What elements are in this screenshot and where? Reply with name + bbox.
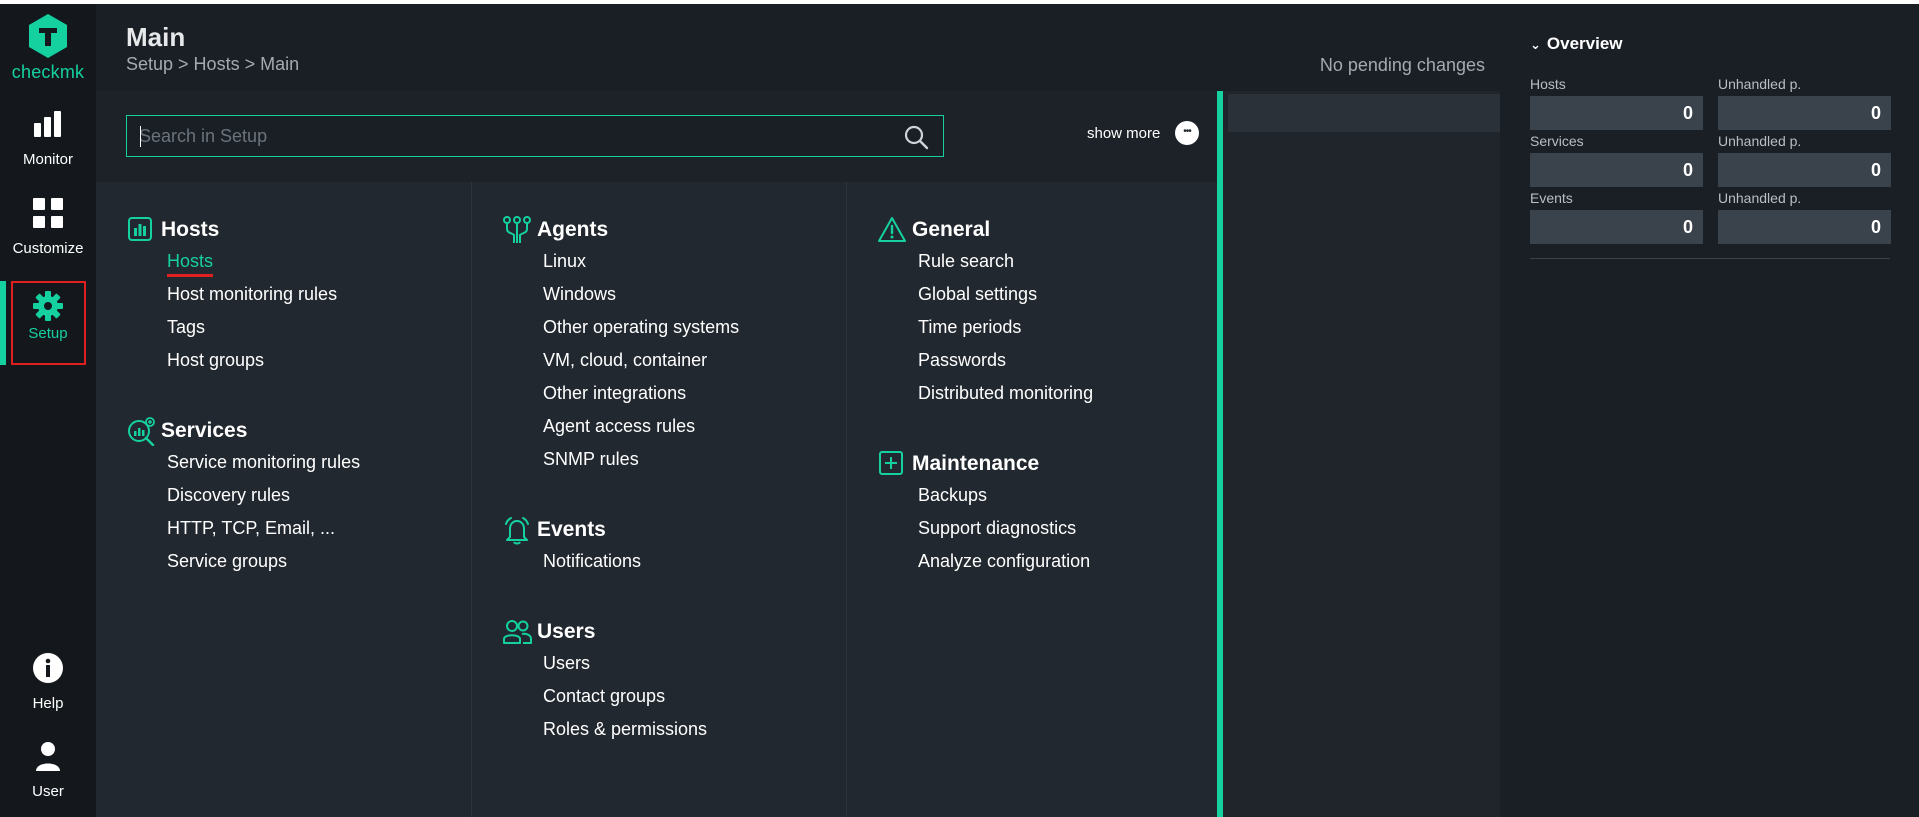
topic-title-agents: Agents: [537, 218, 609, 241]
menu-item-analyze-configuration[interactable]: Analyze configuration: [918, 551, 1090, 584]
nav-monitor[interactable]: Monitor: [0, 107, 96, 191]
nav-customize[interactable]: Customize: [0, 196, 96, 280]
grid-icon: [33, 198, 63, 228]
menu-item-windows[interactable]: Windows: [543, 284, 739, 317]
overview-divider: [1530, 258, 1890, 259]
overview-events-count[interactable]: 0: [1530, 210, 1703, 244]
menu-column-2: Agents Linux Windows Other operating sys…: [471, 182, 846, 817]
menu-item-snmp-rules[interactable]: SNMP rules: [543, 449, 739, 482]
nav-monitor-label: Monitor: [22, 151, 74, 168]
bar-chart-icon: [34, 111, 61, 137]
more-dots-icon[interactable]: [1175, 121, 1199, 145]
menu-item-hosts[interactable]: Hosts: [167, 251, 337, 284]
nav-user-label: User: [32, 783, 64, 800]
overview-hosts-unhandled-count[interactable]: 0: [1718, 96, 1891, 130]
menu-item-linux[interactable]: Linux: [543, 251, 739, 284]
search-icon[interactable]: [903, 124, 929, 150]
overview-services-unhandled-count[interactable]: 0: [1718, 153, 1891, 187]
main-toolbar-strip: [1228, 94, 1500, 132]
menu-item-tags[interactable]: Tags: [167, 317, 337, 350]
users-icon: [503, 620, 532, 644]
show-more-button[interactable]: show more: [1087, 125, 1160, 142]
chevron-down-icon: ⌄: [1530, 37, 1541, 52]
page-header: Main Setup > Hosts > Main No pending cha…: [96, 4, 1500, 91]
menu-item-rule-search[interactable]: Rule search: [918, 251, 1093, 284]
menu-column-1: Hosts Hosts Host monitoring rules Tags H…: [96, 182, 471, 817]
overview-services-label: Services: [1530, 133, 1584, 149]
text-cursor: [140, 126, 141, 147]
overview-events-unhandled-label: Unhandled p.: [1718, 190, 1802, 206]
menu-item-other-operating-systems[interactable]: Other operating systems: [543, 317, 739, 350]
menu-item-distributed-monitoring[interactable]: Distributed monitoring: [918, 383, 1093, 416]
search-box[interactable]: [126, 115, 944, 157]
topic-hosts: Hosts Hosts Host monitoring rules Tags H…: [126, 215, 337, 383]
menu-item-roles-permissions[interactable]: Roles & permissions: [543, 719, 707, 752]
menu-item-vm-cloud-container[interactable]: VM, cloud, container: [543, 350, 739, 383]
menu-item-passwords[interactable]: Passwords: [918, 350, 1093, 383]
menu-item-notifications[interactable]: Notifications: [543, 551, 641, 584]
menu-item-host-groups[interactable]: Host groups: [167, 350, 337, 383]
overview-services-unhandled-label: Unhandled p.: [1718, 133, 1802, 149]
agents-icon: [503, 216, 531, 243]
page-title: Main: [126, 22, 186, 52]
topic-events: Events Notifications: [502, 515, 641, 584]
menu-item-users[interactable]: Users: [543, 653, 707, 686]
nav-customize-label: Customize: [12, 240, 84, 257]
nav-rail: checkmk Monitor Customize Setup Help Use…: [0, 4, 96, 817]
maintenance-icon: [879, 451, 903, 475]
overview-toggle[interactable]: ⌄ Overview: [1530, 34, 1623, 54]
overview-services-count[interactable]: 0: [1530, 153, 1703, 187]
overview-events-unhandled-count[interactable]: 0: [1718, 210, 1891, 244]
hosts-icon: [128, 217, 152, 241]
nav-user[interactable]: User: [0, 739, 96, 817]
topic-title-services: Services: [161, 419, 248, 442]
checkmk-logo[interactable]: checkmk: [0, 12, 96, 83]
topic-title-users: Users: [537, 620, 596, 643]
warning-icon: [878, 217, 906, 242]
menu-item-discovery-rules[interactable]: Discovery rules: [167, 485, 360, 518]
topic-agents: Agents Linux Windows Other operating sys…: [502, 215, 739, 482]
nav-help-label: Help: [32, 695, 64, 712]
topic-title-hosts: Hosts: [161, 218, 220, 241]
menu-item-http-tcp-email[interactable]: HTTP, TCP, Email, ...: [167, 518, 360, 551]
menu-item-agent-access-rules[interactable]: Agent access rules: [543, 416, 739, 449]
menu-item-support-diagnostics[interactable]: Support diagnostics: [918, 518, 1090, 551]
overview-hosts-unhandled-label: Unhandled p.: [1718, 76, 1802, 92]
overview-hosts-count[interactable]: 0: [1530, 96, 1703, 130]
pending-changes[interactable]: No pending changes: [1320, 55, 1485, 76]
logo-text: checkmk: [11, 62, 85, 82]
menu-item-global-settings[interactable]: Global settings: [918, 284, 1093, 317]
breadcrumb[interactable]: Setup > Hosts > Main: [126, 54, 299, 75]
topic-maintenance: Maintenance Backups Support diagnostics …: [877, 449, 1090, 584]
menu-column-3: General Rule search Global settings Time…: [846, 182, 1221, 817]
menu-item-host-monitoring-rules[interactable]: Host monitoring rules: [167, 284, 337, 317]
topic-general: General Rule search Global settings Time…: [877, 215, 1093, 416]
overview-title: Overview: [1546, 34, 1623, 53]
menu-item-backups[interactable]: Backups: [918, 485, 1090, 518]
checkmk-logo-icon: [29, 14, 67, 58]
menu-item-time-periods[interactable]: Time periods: [918, 317, 1093, 350]
nav-setup[interactable]: Setup: [0, 281, 96, 365]
overview-events-label: Events: [1530, 190, 1573, 206]
topic-title-maintenance: Maintenance: [912, 452, 1040, 475]
user-icon: [36, 742, 60, 771]
menu-item-other-integrations[interactable]: Other integrations: [543, 383, 739, 416]
menu-item-contact-groups[interactable]: Contact groups: [543, 686, 707, 719]
megamenu-search-bar: show more: [96, 91, 1217, 182]
topic-users: Users Users Contact groups Roles & permi…: [502, 617, 707, 752]
menu-item-service-groups[interactable]: Service groups: [167, 551, 360, 584]
info-icon: [33, 653, 63, 683]
setup-highlight-frame: [11, 281, 86, 365]
services-icon: [128, 417, 155, 446]
topic-title-general: General: [912, 218, 991, 241]
bell-icon: [505, 517, 529, 545]
overview-hosts-label: Hosts: [1530, 76, 1566, 92]
sidebar-overview: ⌄ Overview Hosts Unhandled p. 0 0 Service…: [1500, 4, 1919, 817]
topic-services: Services Service monitoring rules Discov…: [126, 416, 360, 584]
topic-title-events: Events: [537, 518, 606, 541]
search-input[interactable]: [139, 116, 889, 156]
nav-help[interactable]: Help: [0, 651, 96, 735]
setup-megamenu: show more Hosts Hosts Host monitoring ru…: [96, 91, 1223, 817]
menu-item-service-monitoring-rules[interactable]: Service monitoring rules: [167, 452, 360, 485]
